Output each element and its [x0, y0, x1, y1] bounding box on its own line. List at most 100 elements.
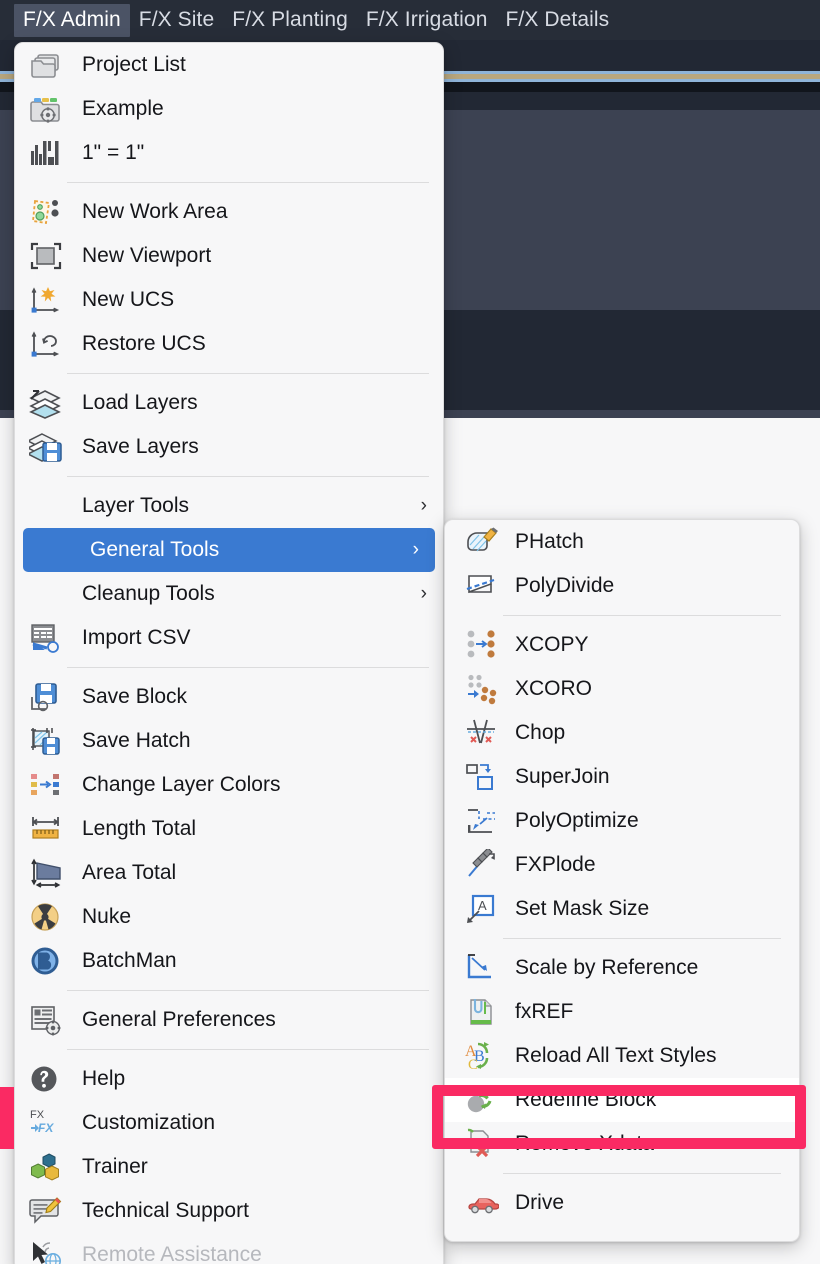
main-menu-item-new-ucs[interactable]: New UCS	[15, 278, 443, 322]
main-menu-label: Restore UCS	[82, 332, 206, 355]
main-menu-item-project-list[interactable]: Project List	[15, 43, 443, 87]
main-menu-item-remote-assistance[interactable]: Remote Assistance	[15, 1233, 443, 1264]
sub-menu-item-fxplode[interactable]: FXPlode	[445, 843, 799, 887]
main-menu-item-help[interactable]: Help	[15, 1057, 443, 1101]
main-menu-label: Area Total	[82, 861, 177, 884]
sub-menu-label: PolyDivide	[515, 574, 615, 597]
main-menu-item-customization[interactable]: FX FX Customization	[15, 1101, 443, 1145]
sub-menu-item-set-mask-size[interactable]: A Set Mask Size	[445, 887, 799, 931]
trainer-icon	[29, 1151, 65, 1183]
sub-menu-item-phatch[interactable]: PHatch	[445, 520, 799, 564]
main-menu-item-cleanup-tools[interactable]: Cleanup Tools ›	[15, 572, 443, 616]
sub-menu-item-drive[interactable]: Drive	[445, 1181, 799, 1225]
svg-text:FX: FX	[30, 1109, 45, 1121]
sub-menu-item-chop[interactable]: Chop	[445, 711, 799, 755]
menubar-tab-f-x-site[interactable]: F/X Site	[130, 4, 224, 37]
fx-admin-dropdown-menu[interactable]: Project List Example 1" = 1" New Work Ar…	[14, 42, 444, 1264]
sub-menu-label: PHatch	[515, 530, 584, 553]
main-menu-item-general-tools[interactable]: General Tools ›	[23, 528, 435, 572]
main-menu-label: Save Block	[82, 685, 188, 708]
main-menu-item-save-hatch[interactable]: Save Hatch	[15, 719, 443, 763]
sub-menu-label: Scale by Reference	[515, 956, 699, 979]
main-menu-item-length-total[interactable]: Length Total	[15, 807, 443, 851]
main-menu-label: Length Total	[82, 817, 197, 840]
sub-menu-label: XCORO	[515, 677, 593, 700]
sub-menu-item-superjoin[interactable]: SuperJoin	[445, 755, 799, 799]
help-icon	[29, 1063, 65, 1095]
sub-menu-label: Redefine Block	[515, 1088, 657, 1111]
reload-text-styles-icon: A B C	[465, 1040, 501, 1073]
sub-menu-label: Set Mask Size	[515, 897, 650, 920]
main-menu-label: New UCS	[82, 288, 175, 311]
chevron-right-icon: ›	[420, 495, 427, 516]
main-menu-item-example[interactable]: Example	[15, 87, 443, 131]
sub-menu-item-remove-xdata[interactable]: Remove Xdata	[445, 1122, 799, 1166]
remote-assistance-icon	[29, 1239, 65, 1264]
main-menu-label: General Preferences	[82, 1008, 276, 1031]
main-menu-item-load-layers[interactable]: Load Layers	[15, 381, 443, 425]
remove-xdata-icon	[465, 1128, 501, 1160]
main-menu-label: Cleanup Tools	[82, 582, 215, 605]
main-menu-item-layer-tools[interactable]: Layer Tools ›	[15, 484, 443, 528]
menu-separator	[503, 615, 781, 616]
main-menu-label: 1" = 1"	[82, 141, 145, 164]
no-icon	[29, 578, 65, 610]
main-menu-label: Import CSV	[82, 626, 191, 649]
sub-menu-item-scale-by-reference[interactable]: Scale by Reference	[445, 946, 799, 990]
sub-menu-item-polydivide[interactable]: PolyDivide	[445, 564, 799, 608]
scale-bars-icon	[29, 137, 65, 169]
sub-menu-item-redefine-block[interactable]: Redefine Block	[445, 1078, 799, 1122]
menu-separator	[67, 990, 429, 991]
main-menu-item-restore-ucs[interactable]: Restore UCS	[15, 322, 443, 366]
nuke-icon	[29, 901, 65, 933]
menubar-tab-f-x-planting[interactable]: F/X Planting	[223, 4, 357, 37]
batchman-icon	[29, 945, 65, 977]
main-menu-label: Project List	[82, 53, 186, 76]
no-icon	[37, 534, 73, 566]
sub-menu-label: Chop	[515, 721, 566, 744]
chop-icon	[465, 717, 501, 749]
main-menu-item-save-layers[interactable]: Save Layers	[15, 425, 443, 469]
menubar-tab-f-x-details[interactable]: F/X Details	[496, 4, 618, 37]
set-mask-size-icon: A	[465, 893, 501, 925]
sub-menu-item-fxref[interactable]: fxREF	[445, 990, 799, 1034]
main-menu-label: Change Layer Colors	[82, 773, 281, 796]
menubar-tab-f-x-irrigation[interactable]: F/X Irrigation	[357, 4, 497, 37]
sub-menu-item-reload-all-text-styles[interactable]: A B C Reload All Text Styles	[445, 1034, 799, 1078]
main-menu-item-trainer[interactable]: Trainer	[15, 1145, 443, 1189]
sub-menu-label: XCOPY	[515, 633, 589, 656]
highlight-bar-left-edge	[0, 1087, 14, 1149]
main-menu-item-general-preferences[interactable]: General Preferences	[15, 998, 443, 1042]
main-menu-item-area-total[interactable]: Area Total	[15, 851, 443, 895]
main-menu-item-new-work-area[interactable]: New Work Area	[15, 190, 443, 234]
scale-by-reference-icon	[465, 952, 501, 984]
polydivide-icon	[465, 570, 501, 602]
xcoro-icon	[465, 673, 501, 705]
general-tools-submenu[interactable]: PHatch PolyDivide XCOPY XCORO Chop Super…	[444, 519, 800, 1242]
redefine-block-icon	[465, 1084, 501, 1116]
chevron-right-icon: ›	[412, 539, 419, 560]
svg-text:FX: FX	[38, 1121, 54, 1135]
main-menu-label: General Tools	[90, 538, 220, 561]
main-menu-item-import-csv[interactable]: Import CSV	[15, 616, 443, 660]
main-menu-label: New Viewport	[82, 244, 212, 267]
sub-menu-item-xcoro[interactable]: XCORO	[445, 667, 799, 711]
main-menu-label: Load Layers	[82, 391, 198, 414]
preferences-icon	[29, 1004, 65, 1036]
main-menu-label: BatchMan	[82, 949, 177, 972]
main-menu-item-nuke[interactable]: Nuke	[15, 895, 443, 939]
sub-menu-item-polyoptimize[interactable]: PolyOptimize	[445, 799, 799, 843]
main-menu-item-technical-support[interactable]: Technical Support	[15, 1189, 443, 1233]
menubar: F/X Admin F/X Site F/X Planting F/X Irrigat…	[0, 0, 820, 40]
main-menu-item-batchman[interactable]: BatchMan	[15, 939, 443, 983]
sub-menu-item-xcopy[interactable]: XCOPY	[445, 623, 799, 667]
main-menu-item-change-layer-colors[interactable]: Change Layer Colors	[15, 763, 443, 807]
main-menu-item-save-block[interactable]: Save Block	[15, 675, 443, 719]
menu-separator	[67, 667, 429, 668]
menubar-tab-f-x-admin[interactable]: F/X Admin	[14, 3, 130, 37]
sub-menu-label: fxREF	[515, 1000, 574, 1023]
main-menu-item-new-viewport[interactable]: New Viewport	[15, 234, 443, 278]
main-menu-item-1-1[interactable]: 1" = 1"	[15, 131, 443, 175]
sub-menu-label: PolyOptimize	[515, 809, 639, 832]
sub-menu-label: Drive	[515, 1191, 565, 1214]
